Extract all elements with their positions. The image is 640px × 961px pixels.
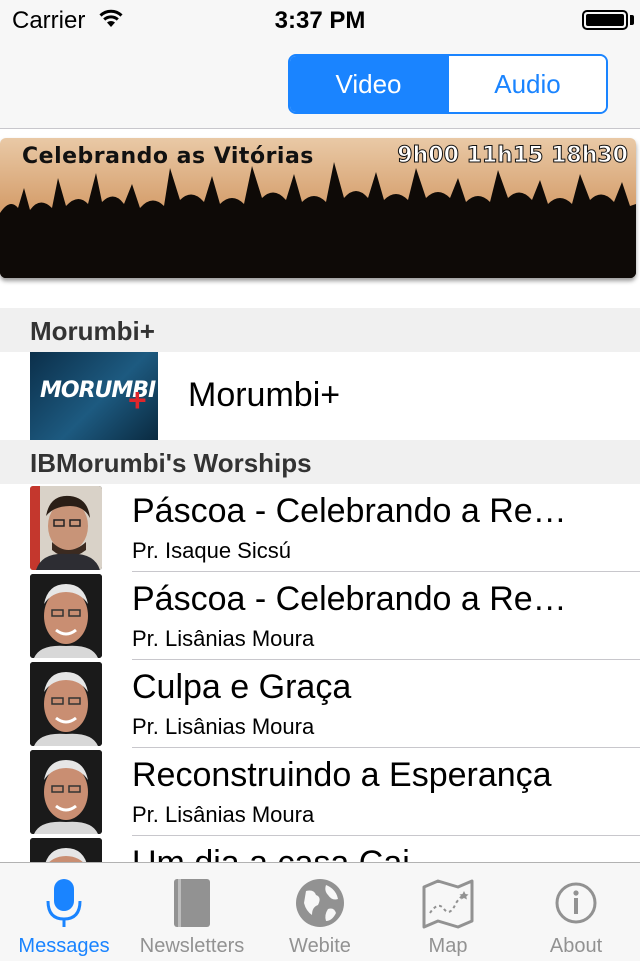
sermon-speaker: Pr. Lisânias Moura <box>132 626 315 651</box>
sermon-title: Páscoa - Celebrando a Re… <box>132 492 567 530</box>
list-item-morumbi-plus[interactable]: MORUMBI + Morumbi+ <box>0 352 640 440</box>
tab-label: About <box>549 935 603 957</box>
navigation-bar: Video Audio <box>0 40 640 129</box>
speaker-photo <box>30 750 102 834</box>
plus-mark: + <box>128 382 147 418</box>
banner-service-times: 9h00 11h15 18h30 <box>397 143 629 169</box>
clock: 3:37 PM <box>274 7 366 34</box>
tab-about[interactable]: About <box>512 863 640 961</box>
sermon-speaker: Pr. Lisânias Moura <box>132 802 315 827</box>
map-icon <box>422 879 474 929</box>
book-icon <box>174 879 210 927</box>
microphone-icon <box>46 879 82 927</box>
sermon-speaker: Pr. Isaque Sicsú <box>132 538 291 563</box>
tab-newsletters[interactable]: Newsletters <box>128 863 256 961</box>
tab-label: Map <box>428 935 468 957</box>
info-icon <box>555 882 597 924</box>
sermon-row[interactable]: Culpa e Graça Pr. Lisânias Moura <box>0 660 640 748</box>
tab-bar: Messages Newsletters Webite Map About <box>0 862 640 961</box>
video-audio-segmented-control: Video Audio <box>288 54 608 114</box>
audio-segment[interactable]: Audio <box>447 56 606 112</box>
section-title: IBMorumbi's Worships <box>30 448 312 478</box>
sermon-title: Reconstruindo a Esperança <box>132 756 552 794</box>
section-header-morumbi-plus: Morumbi+ <box>0 308 640 352</box>
battery-tip <box>630 15 634 25</box>
globe-icon <box>296 879 344 927</box>
tab-map[interactable]: Map <box>384 863 512 961</box>
service-times-banner[interactable]: Celebrando as Vitórias 9h00 11h15 18h30 <box>0 138 636 278</box>
speaker-photo <box>30 486 102 570</box>
tab-label: Webite <box>289 935 351 957</box>
section-title: Morumbi+ <box>30 316 155 346</box>
sermon-speaker: Pr. Lisânias Moura <box>132 714 315 739</box>
list-item-title: Morumbi+ <box>188 376 341 414</box>
sermon-title: Páscoa - Celebrando a Re… <box>132 580 567 618</box>
morumbi-plus-logo: MORUMBI + <box>30 352 158 440</box>
status-bar: Carrier 3:37 PM <box>0 0 640 40</box>
video-segment[interactable]: Video <box>290 56 447 112</box>
sermon-row[interactable]: Reconstruindo a Esperança Pr. Lisânias M… <box>0 748 640 836</box>
banner-title: Celebrando as Vitórias <box>22 144 314 169</box>
section-header-worships: IBMorumbi's Worships <box>0 440 640 484</box>
tab-label: Newsletters <box>139 935 245 957</box>
tab-webite[interactable]: Webite <box>256 863 384 961</box>
sermon-title: Culpa e Graça <box>132 668 352 706</box>
tab-label: Messages <box>18 935 110 957</box>
battery-icon <box>582 10 628 30</box>
sermon-row[interactable]: Páscoa - Celebrando a Re… Pr. Lisânias M… <box>0 572 640 660</box>
sermon-row[interactable]: Páscoa - Celebrando a Re… Pr. Isaque Sic… <box>0 484 640 572</box>
tab-messages[interactable]: Messages <box>0 863 128 961</box>
speaker-photo <box>30 574 102 658</box>
speaker-photo <box>30 662 102 746</box>
